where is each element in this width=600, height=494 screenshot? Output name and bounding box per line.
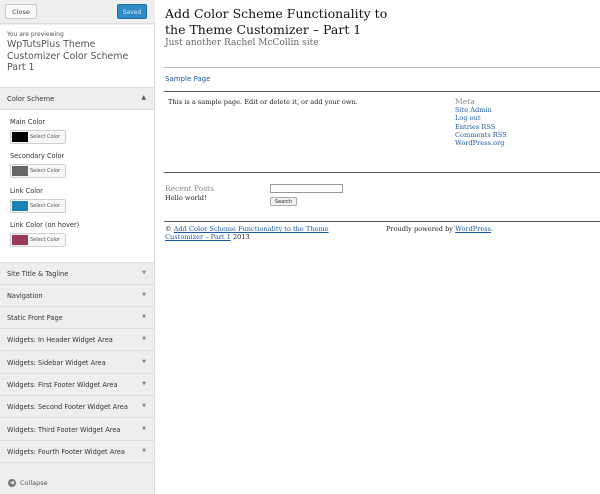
chevron-down-icon: ▼ (142, 336, 146, 342)
meta-link-site-admin[interactable]: Site Admin (455, 106, 507, 114)
select-color-label: Select Color (30, 167, 61, 174)
select-color-label: Select Color (30, 133, 61, 140)
section-widgets-fourth-footer[interactable]: Widgets: Fourth Footer Widget Area ▼ (0, 441, 154, 463)
field-label: Link Color (10, 187, 43, 195)
footer-year: 2013 (232, 233, 250, 242)
chevron-down-icon: ▼ (142, 403, 146, 409)
divider (164, 67, 600, 68)
secondary-color-field: Secondary Color Select Color (10, 152, 66, 178)
collapse-label: Collapse (20, 479, 48, 487)
site-title[interactable]: Add Color Scheme Functionality to the Th… (165, 6, 395, 37)
link-hover-color-field: Link Color (on hover) Select Color (10, 221, 79, 247)
meta-link-entries-rss[interactable]: Entries RSS (455, 123, 507, 131)
close-button[interactable]: Close (5, 4, 37, 19)
section-label: Static Front Page (7, 314, 63, 322)
section-widgets-first-footer[interactable]: Widgets: First Footer Widget Area ▼ (0, 374, 154, 396)
color-swatch (12, 235, 28, 245)
section-label: Widgets: Fourth Footer Widget Area (7, 448, 125, 456)
section-widgets-header[interactable]: Widgets: In Header Widget Area ▼ (0, 329, 154, 351)
section-site-title[interactable]: Site Title & Tagline ▼ (0, 263, 154, 285)
footer-copyright: © Add Color Scheme Functionality to the … (165, 225, 345, 241)
customizer-sidebar: Close Saved You are previewing WpTutsPlu… (0, 0, 155, 494)
section-static-front-page[interactable]: Static Front Page ▼ (0, 307, 154, 329)
section-label: Widgets: Sidebar Widget Area (7, 359, 106, 367)
recent-posts-heading: Recent Posts (165, 184, 214, 193)
section-color-scheme[interactable]: Color Scheme ▲ (0, 88, 154, 110)
field-label: Secondary Color (10, 152, 65, 160)
section-label: Widgets: Third Footer Widget Area (7, 426, 121, 434)
secondary-color-picker[interactable]: Select Color (10, 164, 66, 178)
section-widgets-second-footer[interactable]: Widgets: Second Footer Widget Area ▼ (0, 396, 154, 418)
color-swatch (12, 132, 28, 142)
meta-link-wordpress-org[interactable]: WordPress.org (455, 139, 507, 147)
section-label: Widgets: First Footer Widget Area (7, 381, 118, 389)
section-label: Navigation (7, 292, 43, 300)
search-input[interactable] (270, 184, 343, 193)
select-color-label: Select Color (30, 236, 61, 243)
meta-link-log-out[interactable]: Log out (455, 114, 507, 122)
collapse-icon: ◀ (8, 479, 16, 487)
divider (164, 172, 600, 173)
menu-link-sample-page[interactable]: Sample Page (165, 75, 210, 83)
color-swatch (12, 201, 28, 211)
main-color-field: Main Color Select Color (10, 118, 66, 144)
collapse-arrow-icon: ▲ (141, 94, 146, 101)
chevron-down-icon: ▼ (142, 381, 146, 387)
preview-info: You are previewing WpTutsPlus Theme Cust… (0, 25, 154, 88)
saved-button[interactable]: Saved (117, 4, 147, 19)
section-navigation[interactable]: Navigation ▼ (0, 285, 154, 307)
chevron-down-icon: ▼ (142, 270, 146, 276)
footer-powered-by: Proudly powered by WordPress. (386, 225, 493, 233)
link-color-picker[interactable]: Select Color (10, 199, 66, 213)
wordpress-link[interactable]: WordPress (455, 225, 491, 233)
color-swatch (12, 166, 28, 176)
divider (164, 221, 600, 222)
footer-period: . (491, 225, 494, 233)
search-button[interactable]: Search (270, 197, 297, 206)
chevron-down-icon: ▼ (142, 426, 146, 432)
color-scheme-panel: Main Color Select Color Secondary Color … (0, 110, 154, 263)
field-label: Main Color (10, 118, 46, 126)
chevron-down-icon: ▼ (142, 292, 146, 298)
chevron-down-icon: ▼ (142, 359, 146, 365)
site-description: Just another Rachel McCollin site (165, 38, 319, 48)
theme-name: WpTutsPlus Theme Customizer Color Scheme… (7, 39, 129, 73)
section-label: Site Title & Tagline (7, 270, 69, 278)
customizer-header: Close Saved (0, 0, 155, 24)
select-color-label: Select Color (30, 202, 61, 209)
chevron-down-icon: ▼ (142, 314, 146, 320)
chevron-down-icon: ▼ (142, 448, 146, 454)
main-color-picker[interactable]: Select Color (10, 130, 66, 144)
collapse-button[interactable]: ◀ Collapse (8, 479, 48, 487)
meta-link-comments-rss[interactable]: Comments RSS (455, 131, 507, 139)
meta-heading: Meta (455, 97, 475, 106)
powered-by-text: Proudly powered by (386, 225, 454, 233)
previewing-label: You are previewing (7, 31, 64, 38)
divider (164, 91, 600, 92)
field-label: Link Color (on hover) (10, 221, 80, 229)
section-title: Color Scheme (7, 95, 55, 103)
link-hover-color-picker[interactable]: Select Color (10, 233, 66, 247)
section-widgets-sidebar[interactable]: Widgets: Sidebar Widget Area ▼ (0, 352, 154, 374)
section-widgets-third-footer[interactable]: Widgets: Third Footer Widget Area ▼ (0, 419, 154, 441)
page-content: This is a sample page. Edit or delete it… (168, 98, 358, 106)
site-preview: Add Color Scheme Functionality to the Th… (156, 0, 600, 494)
recent-post-link[interactable]: Hello world! (165, 194, 207, 202)
section-label: Widgets: Second Footer Widget Area (7, 403, 128, 411)
copyright-symbol: © (165, 225, 172, 233)
section-label: Widgets: In Header Widget Area (7, 336, 113, 344)
meta-widget: Meta Site Admin Log out Entries RSS Comm… (455, 97, 507, 147)
link-color-field: Link Color Select Color (10, 187, 66, 213)
